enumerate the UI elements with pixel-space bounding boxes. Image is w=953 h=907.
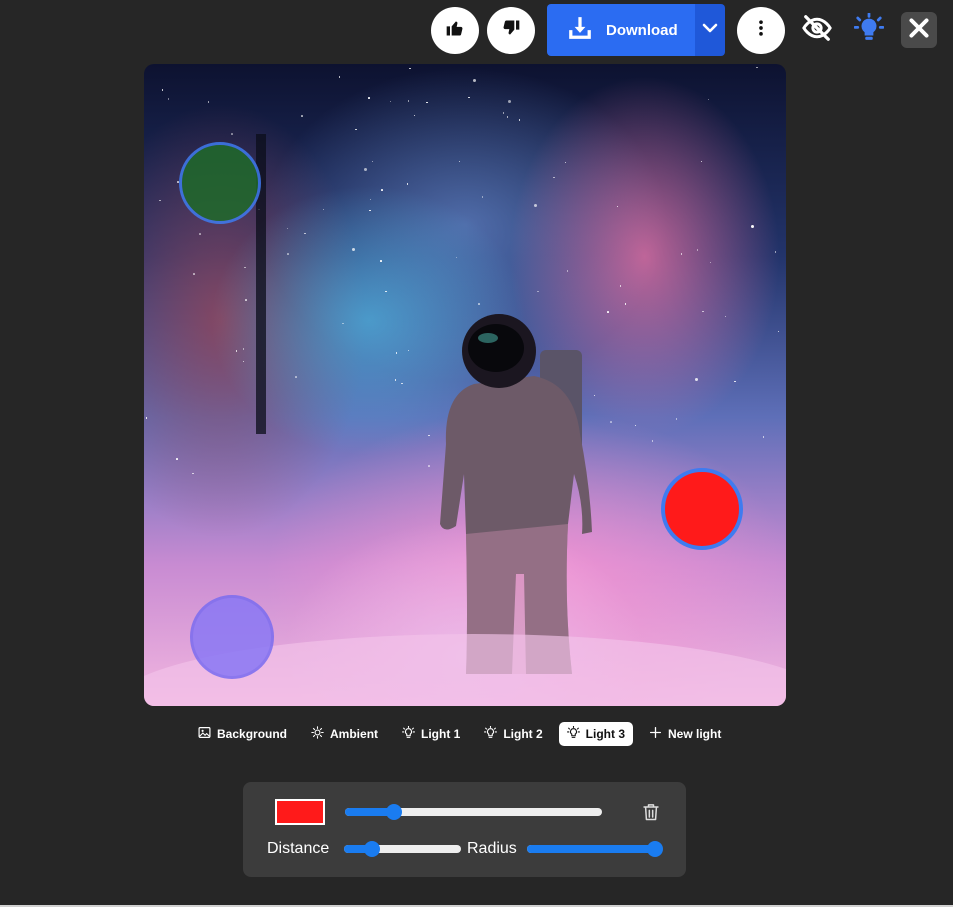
more-vertical-icon — [751, 18, 771, 43]
radius-slider-fill — [527, 845, 655, 853]
bulb-icon — [402, 725, 416, 742]
thumbs-up-button[interactable] — [431, 7, 479, 54]
bulb-icon — [566, 725, 580, 742]
plus-icon — [649, 726, 662, 742]
hide-lights-button[interactable] — [800, 12, 834, 48]
distance-slider-thumb[interactable] — [364, 841, 381, 857]
bulb-icon — [484, 725, 498, 742]
intensity-slider[interactable] — [345, 804, 602, 820]
distance-slider[interactable] — [344, 841, 461, 857]
light-bulb-icon — [853, 11, 885, 48]
light-color-swatch[interactable] — [275, 799, 325, 825]
light-2-handle[interactable] — [190, 595, 274, 679]
close-button[interactable] — [901, 12, 937, 48]
thumbs-down-button[interactable] — [487, 7, 535, 54]
download-icon — [567, 15, 593, 45]
radius-slider-thumb[interactable] — [647, 841, 663, 857]
thumbs-down-icon — [501, 18, 521, 43]
tab-new-light-label: New light — [668, 727, 722, 741]
download-button-group: Download — [547, 4, 725, 56]
radius-slider[interactable] — [527, 841, 663, 857]
trash-icon — [641, 804, 661, 826]
light-1-handle[interactable] — [179, 142, 261, 224]
tab-new-light[interactable]: New light — [641, 722, 729, 746]
tab-background[interactable]: Background — [190, 722, 295, 746]
light-3-handle[interactable] — [661, 468, 743, 550]
radius-label: Radius — [467, 840, 517, 857]
more-options-button[interactable] — [737, 7, 785, 54]
light-tabs: Background Ambient Light 1 Light 2 Light… — [190, 721, 737, 747]
thumbs-up-icon — [445, 18, 465, 43]
tab-background-label: Background — [217, 727, 288, 741]
tab-ambient-label: Ambient — [330, 727, 379, 741]
image-icon — [198, 726, 211, 742]
delete-light-button[interactable] — [641, 802, 661, 822]
lights-toggle-button[interactable] — [852, 11, 886, 48]
tab-light-2-label: Light 2 — [503, 727, 543, 741]
tab-light-2[interactable]: Light 2 — [476, 722, 550, 746]
download-button[interactable]: Download — [547, 4, 695, 56]
eye-off-icon — [802, 13, 832, 48]
close-icon — [906, 15, 932, 46]
download-options-button[interactable] — [695, 4, 725, 56]
download-label: Download — [606, 21, 678, 39]
tab-ambient[interactable]: Ambient — [303, 722, 386, 746]
tab-light-1-label: Light 1 — [421, 727, 461, 741]
image-canvas[interactable] — [144, 64, 786, 706]
tab-light-3-label: Light 3 — [585, 727, 625, 741]
tab-light-3[interactable]: Light 3 — [558, 722, 633, 746]
distance-label: Distance — [267, 840, 330, 857]
intensity-slider-thumb[interactable] — [385, 804, 402, 820]
sun-icon — [311, 726, 324, 742]
light-control-panel: Distance Radius — [243, 782, 686, 877]
tab-light-1[interactable]: Light 1 — [394, 722, 468, 746]
chevron-down-icon — [701, 19, 719, 42]
